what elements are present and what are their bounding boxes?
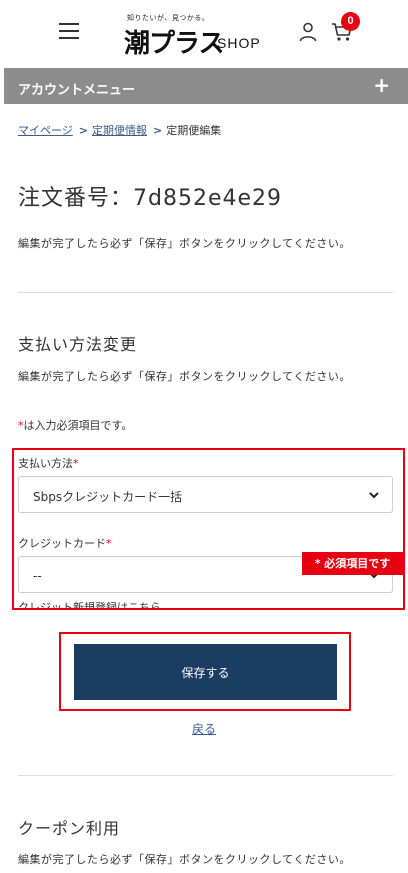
account-menu-label: アカウントメニュー <box>18 83 136 98</box>
required-asterisk: * <box>106 537 112 550</box>
required-field-error-badge: * 必須項目です <box>302 552 403 575</box>
site-header: 知りたいが、見つかる。 潮プラス SHOP 0 <box>0 0 408 66</box>
payment-save-note: 編集が完了したら必ず「保存」ボタンをクリックしてください。 <box>18 370 351 383</box>
hamburger-menu-icon[interactable] <box>59 23 79 39</box>
new-credit-card-link[interactable]: クレジット新規登録はこちら <box>18 599 161 608</box>
account-menu-toggle[interactable]: アカウントメニュー + <box>4 68 408 104</box>
cart-count-badge: 0 <box>341 12 360 31</box>
breadcrumb-subscription-info[interactable]: 定期便情報 <box>92 124 147 137</box>
chevron-down-icon <box>369 492 379 499</box>
site-logo[interactable]: 知りたいが、見つかる。 潮プラス SHOP <box>124 12 274 59</box>
required-fields-note: *は入力必須項目です。 <box>18 417 132 433</box>
chevron-right-icon: > <box>78 124 88 137</box>
coupon-save-note: 編集が完了したら必ず「保存」ボタンをクリックしてください。 <box>18 853 351 866</box>
breadcrumb: マイページ > 定期便情報 > 定期便編集 <box>18 122 221 138</box>
payment-method-select[interactable]: Sbpsクレジットカード一括 <box>18 476 393 513</box>
credit-card-label-text: クレジットカード <box>18 537 106 550</box>
logo-tagline: 知りたいが、見つかる。 <box>127 14 210 22</box>
section-divider <box>18 292 393 293</box>
plus-icon: + <box>373 73 390 97</box>
payment-method-label: 支払い方法* <box>18 455 79 471</box>
payment-method-label-text: 支払い方法 <box>18 457 73 470</box>
payment-method-value: Sbpsクレジットカード一括 <box>33 490 183 504</box>
page-title: 注文番号：7d852e4e29 <box>18 186 283 211</box>
coupon-section-title: クーポン利用 <box>18 819 121 838</box>
required-asterisk: * <box>73 457 79 470</box>
section-divider <box>18 775 393 776</box>
logo-main-text: 潮プラス <box>124 29 224 59</box>
breadcrumb-mypage[interactable]: マイページ <box>18 124 73 137</box>
user-account-icon[interactable] <box>299 22 317 42</box>
credit-card-label: クレジットカード* <box>18 535 112 551</box>
chevron-right-icon: > <box>153 124 163 137</box>
save-instruction-note: 編集が完了したら必ず「保存」ボタンをクリックしてください。 <box>18 237 351 250</box>
back-link[interactable]: 戻る <box>192 720 216 737</box>
payment-section-title: 支払い方法変更 <box>18 335 138 354</box>
logo-shop-text: SHOP <box>217 35 261 51</box>
credit-card-value: -- <box>33 569 42 583</box>
required-fields-note-text: は入力必須項目です。 <box>23 419 133 432</box>
save-button[interactable]: 保存する <box>74 644 337 700</box>
breadcrumb-current: 定期便編集 <box>166 124 222 137</box>
